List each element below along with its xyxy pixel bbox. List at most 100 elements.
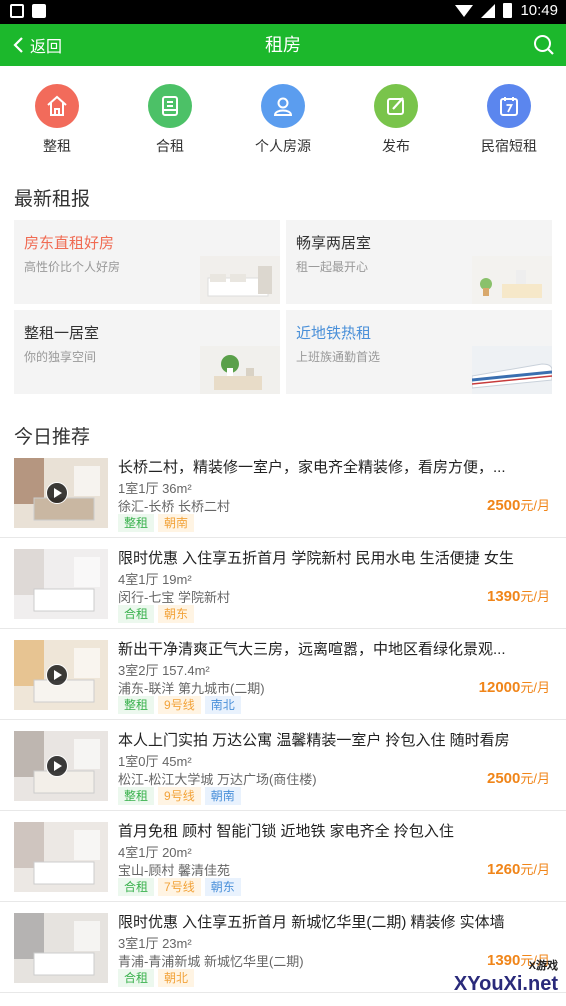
promo-title: 房东直租好房 — [24, 235, 115, 252]
listing-spec: 1室1厅 36m² — [118, 481, 192, 496]
listing-tag: 南北 — [204, 696, 241, 714]
watermark-main: XYouXi.net — [453, 973, 558, 995]
price-value: 2500 — [487, 497, 521, 514]
listing-item[interactable]: 本人上门实拍 万达公寓 温馨精装一室户 拎包入住 随时看房 1室0厅 45m² 松江… — [0, 721, 566, 811]
price-unit: 元/月 — [520, 589, 550, 604]
play-icon[interactable] — [46, 755, 68, 777]
listing-location: 青浦-青浦新城 新城忆华里(二期) — [118, 954, 304, 969]
status-bar: 10:49 — [0, 0, 566, 24]
listing-location: 松江-松江大学城 万达广场(商住楼) — [118, 772, 317, 787]
listing-title: 新出干净清爽正气大三房，远离喧嚣，中地区看绿化景观... — [118, 641, 506, 658]
wifi-icon — [455, 4, 474, 17]
listing-tag: 朝东 — [158, 605, 195, 623]
house-icon — [35, 84, 79, 128]
category-shared-rent[interactable]: 合租 — [120, 84, 220, 156]
listing-tag: 整租 — [118, 787, 155, 805]
promo-card[interactable]: 近地铁热租 上班族通勤首选 — [286, 310, 552, 394]
price-value: 1260 — [487, 861, 521, 878]
listing-spec: 3室1厅 23m² — [118, 936, 192, 951]
category-row: 整租 合租 个人房源 发布 民宿短租 — [0, 84, 566, 164]
listing-tags: 整租 朝南 — [118, 514, 195, 532]
page-title: 租房 — [265, 35, 301, 55]
category-short-rent[interactable]: 民宿短租 — [459, 84, 559, 156]
promo-card[interactable]: 畅享两居室 租一起最开心 — [286, 220, 552, 304]
listing-photo — [14, 640, 108, 710]
person-icon — [261, 84, 305, 128]
listing-title: 本人上门实拍 万达公寓 温馨精装一室户 拎包入住 随时看房 — [118, 732, 510, 749]
listing-price: 1260元/月 — [487, 859, 550, 878]
back-label: 返回 — [30, 39, 63, 56]
promo-subtitle: 上班族通勤首选 — [296, 350, 381, 364]
promo-title: 畅享两居室 — [296, 235, 372, 252]
listing-tag: 9号线 — [158, 787, 201, 805]
listing-tags: 合租 7号线 朝东 — [118, 878, 241, 896]
promo-subtitle: 你的独享空间 — [24, 350, 97, 364]
category-label: 民宿短租 — [481, 138, 537, 154]
bedroom-image — [200, 256, 280, 304]
listing-tags: 整租 9号线 南北 — [118, 696, 241, 714]
listing-tag: 7号线 — [158, 878, 201, 896]
listing-tag: 朝南 — [204, 787, 241, 805]
calendar-icon — [487, 84, 531, 128]
listing-photo — [14, 822, 108, 892]
building-icon — [148, 84, 192, 128]
listing-photo — [14, 549, 108, 619]
play-icon[interactable] — [46, 482, 68, 504]
battery-icon — [503, 3, 513, 18]
listing-tag: 朝东 — [204, 878, 241, 896]
category-label: 发布 — [382, 138, 410, 154]
category-whole-rent[interactable]: 整租 — [7, 84, 107, 156]
listing-location: 宝山-顾村 馨清佳苑 — [118, 863, 230, 878]
listing-tag: 整租 — [118, 514, 155, 532]
listing-spec: 1室0厅 45m² — [118, 754, 192, 769]
listing-price: 12000元/月 — [479, 677, 550, 696]
watermark-small: X游戏 — [528, 960, 558, 972]
nav-bar: 返回 租房 — [0, 24, 566, 66]
listing-price: 1390元/月 — [487, 586, 550, 605]
price-unit: 元/月 — [520, 862, 550, 877]
listing-tags: 合租 朝东 — [118, 605, 195, 623]
living-room-image — [472, 256, 552, 304]
listing-spec: 3室2厅 157.4m² — [118, 663, 210, 678]
listing-item[interactable]: 长桥二村，精装修一室户，家电齐全精装修，看房方便，... 1室1厅 36m² 徐汇-… — [0, 448, 566, 538]
category-personal-listing[interactable]: 个人房源 — [233, 84, 333, 156]
listing-tag: 朝北 — [158, 969, 195, 987]
section-title-today: 今日推荐 — [14, 427, 91, 448]
listing-spec: 4室1厅 19m² — [118, 572, 192, 587]
listing-tag: 合租 — [118, 605, 155, 623]
listing-item[interactable]: 限时优惠 入住享五折首月 学院新村 民用水电 生活便捷 女生 4室1厅 19m² 闵… — [0, 539, 566, 629]
listing-tag: 整租 — [118, 696, 155, 714]
back-button[interactable]: 返回 — [12, 24, 62, 66]
price-unit: 元/月 — [520, 680, 550, 695]
listing-location: 闵行-七宝 学院新村 — [118, 590, 230, 605]
promo-card[interactable]: 房东直租好房 高性价比个人好房 — [14, 220, 280, 304]
price-unit: 元/月 — [520, 771, 550, 786]
promo-title: 近地铁热租 — [296, 325, 372, 342]
listing-location: 浦东-联洋 第九城市(二期) — [118, 681, 265, 696]
listing-tags: 合租 朝北 — [118, 969, 195, 987]
search-icon[interactable] — [532, 33, 556, 57]
listing-photo — [14, 913, 108, 983]
listing-tags: 整租 9号线 朝南 — [118, 787, 241, 805]
listing-title: 限时优惠 入住享五折首月 新城忆华里(二期) 精装修 实体墙 — [118, 914, 505, 931]
category-label: 个人房源 — [255, 138, 311, 154]
listing-price: 2500元/月 — [487, 768, 550, 787]
listing-item[interactable]: 首月免租 顾村 智能门锁 近地铁 家电齐全 拎包入住 4室1厅 20m² 宝山-顾村… — [0, 812, 566, 902]
promo-grid: 房东直租好房 高性价比个人好房 畅享两居室 租一起最开心 整租一居室 你的独享空… — [14, 220, 552, 395]
promo-title: 整租一居室 — [24, 325, 100, 342]
category-publish[interactable]: 发布 — [346, 84, 446, 156]
listing-spec: 4室1厅 20m² — [118, 845, 192, 860]
price-value: 2500 — [487, 770, 521, 787]
promo-card[interactable]: 整租一居室 你的独享空间 — [14, 310, 280, 394]
section-title-latest: 最新租报 — [14, 189, 91, 210]
listing-photo — [14, 458, 108, 528]
listing-photo — [14, 731, 108, 801]
listing-item[interactable]: 新出干净清爽正气大三房，远离喧嚣，中地区看绿化景观... 3室2厅 157.4m²… — [0, 630, 566, 720]
status-time: 10:49 — [520, 2, 558, 19]
listing-location: 徐汇-长桥 长桥二村 — [118, 499, 230, 514]
category-label: 合租 — [156, 138, 184, 154]
edit-icon — [374, 84, 418, 128]
price-unit: 元/月 — [520, 498, 550, 513]
train-image — [472, 346, 552, 394]
play-icon[interactable] — [46, 664, 68, 686]
